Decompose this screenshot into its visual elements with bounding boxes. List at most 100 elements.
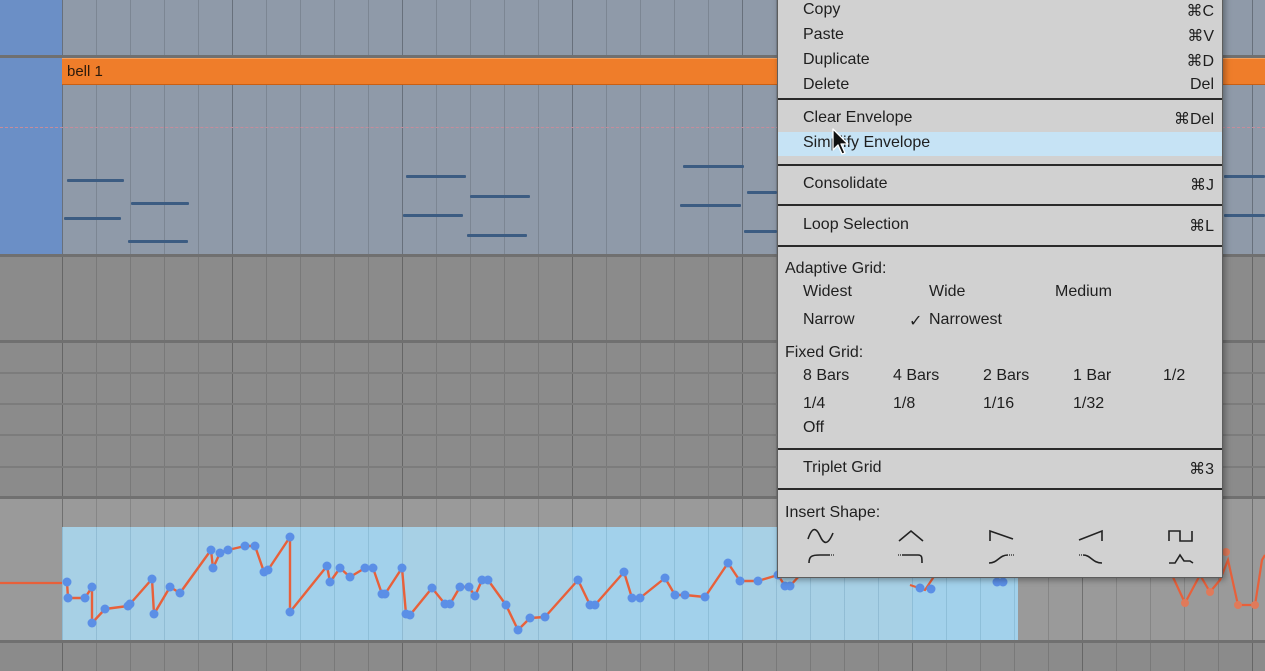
menu-item-paste[interactable]: Paste ⌘V <box>778 24 1222 48</box>
envelope-breakpoint[interactable] <box>680 590 690 600</box>
adaptive-grid-wide[interactable]: Wide <box>929 283 965 301</box>
envelope-breakpoint[interactable] <box>380 589 390 599</box>
adaptive-grid-narrowest[interactable]: Narrowest <box>929 311 1002 329</box>
envelope-breakpoint[interactable] <box>240 541 250 551</box>
menu-item-loop-selection[interactable]: Loop Selection ⌘L <box>778 214 1222 238</box>
context-menu: Copy ⌘C Paste ⌘V Duplicate ⌘D Delete Del… <box>777 0 1223 578</box>
envelope-breakpoint[interactable] <box>208 563 218 573</box>
envelope-breakpoint[interactable] <box>325 577 335 587</box>
envelope-breakpoint[interactable] <box>62 577 72 587</box>
envelope-breakpoint[interactable] <box>700 592 710 602</box>
envelope-line <box>65 535 801 632</box>
envelope-breakpoint[interactable] <box>455 582 465 592</box>
fixed-grid-1-bar[interactable]: 1 Bar <box>1073 367 1111 385</box>
envelope-breakpoint[interactable] <box>223 545 233 555</box>
envelope-breakpoint[interactable] <box>735 576 745 586</box>
envelope-breakpoint[interactable] <box>397 563 407 573</box>
envelope-breakpoint[interactable] <box>513 625 523 635</box>
envelope-breakpoint[interactable] <box>285 532 295 542</box>
ramp-shape-icon[interactable] <box>806 551 836 569</box>
fixed-grid-1-32[interactable]: 1/32 <box>1073 395 1104 413</box>
envelope-breakpoint[interactable] <box>619 567 629 577</box>
triangle-shape-icon[interactable] <box>896 527 926 545</box>
envelope-breakpoint[interactable] <box>335 563 345 573</box>
envelope-breakpoint[interactable] <box>360 563 370 573</box>
envelope-breakpoint[interactable] <box>427 583 437 593</box>
envelope-breakpoint[interactable] <box>250 541 260 551</box>
menu-item-duplicate[interactable]: Duplicate ⌘D <box>778 49 1222 73</box>
envelope-breakpoint[interactable] <box>345 572 355 582</box>
menu-separator <box>778 448 1222 450</box>
envelope-breakpoint[interactable] <box>627 593 637 603</box>
envelope-breakpoint[interactable] <box>785 581 795 591</box>
envelope-breakpoint[interactable] <box>660 573 670 583</box>
adsr-shape-icon[interactable] <box>1166 551 1196 569</box>
s-curve-up-shape-icon[interactable] <box>986 551 1016 569</box>
envelope-breakpoint[interactable] <box>445 599 455 609</box>
square-shape-icon[interactable] <box>1166 527 1196 545</box>
adaptive-grid-widest[interactable]: Widest <box>803 283 852 301</box>
fixed-grid-header: Fixed Grid: <box>785 344 864 361</box>
envelope-breakpoint[interactable] <box>63 593 73 603</box>
envelope-breakpoint[interactable] <box>125 599 135 609</box>
s-curve-down-shape-icon[interactable] <box>1076 551 1106 569</box>
menu-item-copy[interactable]: Copy ⌘C <box>778 0 1222 23</box>
envelope-breakpoint[interactable] <box>635 593 645 603</box>
checkmark-icon: ✓ <box>909 313 923 330</box>
insert-shape-header: Insert Shape: <box>785 504 881 521</box>
menu-separator <box>778 164 1222 166</box>
envelope-breakpoint[interactable] <box>573 575 583 585</box>
menu-separator <box>778 245 1222 247</box>
menu-separator <box>778 204 1222 206</box>
adaptive-grid-medium[interactable]: Medium <box>1055 283 1112 301</box>
envelope-breakpoint[interactable] <box>405 610 415 620</box>
adaptive-grid-header: Adaptive Grid: <box>785 260 887 277</box>
menu-item-delete[interactable]: Delete Del <box>778 74 1222 98</box>
fixed-grid-4-bars[interactable]: 4 Bars <box>893 367 939 385</box>
menu-item-consolidate[interactable]: Consolidate ⌘J <box>778 173 1222 197</box>
envelope-breakpoint[interactable] <box>670 590 680 600</box>
envelope-breakpoint[interactable] <box>175 588 185 598</box>
envelope-breakpoint[interactable] <box>753 576 763 586</box>
envelope-breakpoint[interactable] <box>215 548 225 558</box>
step-down-shape-icon[interactable] <box>896 551 926 569</box>
envelope-breakpoints[interactable] <box>62 532 795 635</box>
envelope-breakpoint[interactable] <box>285 607 295 617</box>
envelope-breakpoint[interactable] <box>147 574 157 584</box>
envelope-breakpoint[interactable] <box>322 561 332 571</box>
envelope-breakpoint[interactable] <box>149 609 159 619</box>
envelope-breakpoint[interactable] <box>483 575 493 585</box>
fixed-grid-2-bars[interactable]: 2 Bars <box>983 367 1029 385</box>
envelope-breakpoint[interactable] <box>206 545 216 555</box>
fixed-grid-1-8[interactable]: 1/8 <box>893 395 915 413</box>
fixed-grid-1-16[interactable]: 1/16 <box>983 395 1014 413</box>
envelope-breakpoint[interactable] <box>464 582 474 592</box>
envelope-breakpoint[interactable] <box>100 604 110 614</box>
saw-up-shape-icon[interactable] <box>1076 527 1106 545</box>
envelope-breakpoint[interactable] <box>165 582 175 592</box>
envelope-breakpoints-under-menu <box>915 577 1008 594</box>
sine-shape-icon[interactable] <box>806 527 836 545</box>
envelope-breakpoint[interactable] <box>525 613 535 623</box>
fixed-grid-8-bars[interactable]: 8 Bars <box>803 367 849 385</box>
mouse-cursor-icon <box>832 128 849 155</box>
fixed-grid-1-4[interactable]: 1/4 <box>803 395 825 413</box>
menu-separator <box>778 98 1222 100</box>
fixed-grid-1-2[interactable]: 1/2 <box>1163 367 1185 385</box>
saw-down-shape-icon[interactable] <box>986 527 1016 545</box>
envelope-breakpoint[interactable] <box>590 600 600 610</box>
envelope-breakpoint[interactable] <box>470 591 480 601</box>
envelope-breakpoint[interactable] <box>80 593 90 603</box>
envelope-breakpoint[interactable] <box>540 612 550 622</box>
track-lane-bottom[interactable] <box>0 643 1265 671</box>
envelope-breakpoint[interactable] <box>87 618 97 628</box>
envelope-breakpoint[interactable] <box>723 558 733 568</box>
envelope-breakpoint[interactable] <box>368 563 378 573</box>
envelope-breakpoint[interactable] <box>87 582 97 592</box>
envelope-breakpoint[interactable] <box>501 600 511 610</box>
menu-item-triplet-grid[interactable]: Triplet Grid ⌘3 <box>778 457 1222 481</box>
adaptive-grid-narrow[interactable]: Narrow <box>803 311 855 329</box>
fixed-grid-off[interactable]: Off <box>803 419 824 437</box>
menu-separator <box>778 488 1222 490</box>
envelope-breakpoint[interactable] <box>263 565 273 575</box>
